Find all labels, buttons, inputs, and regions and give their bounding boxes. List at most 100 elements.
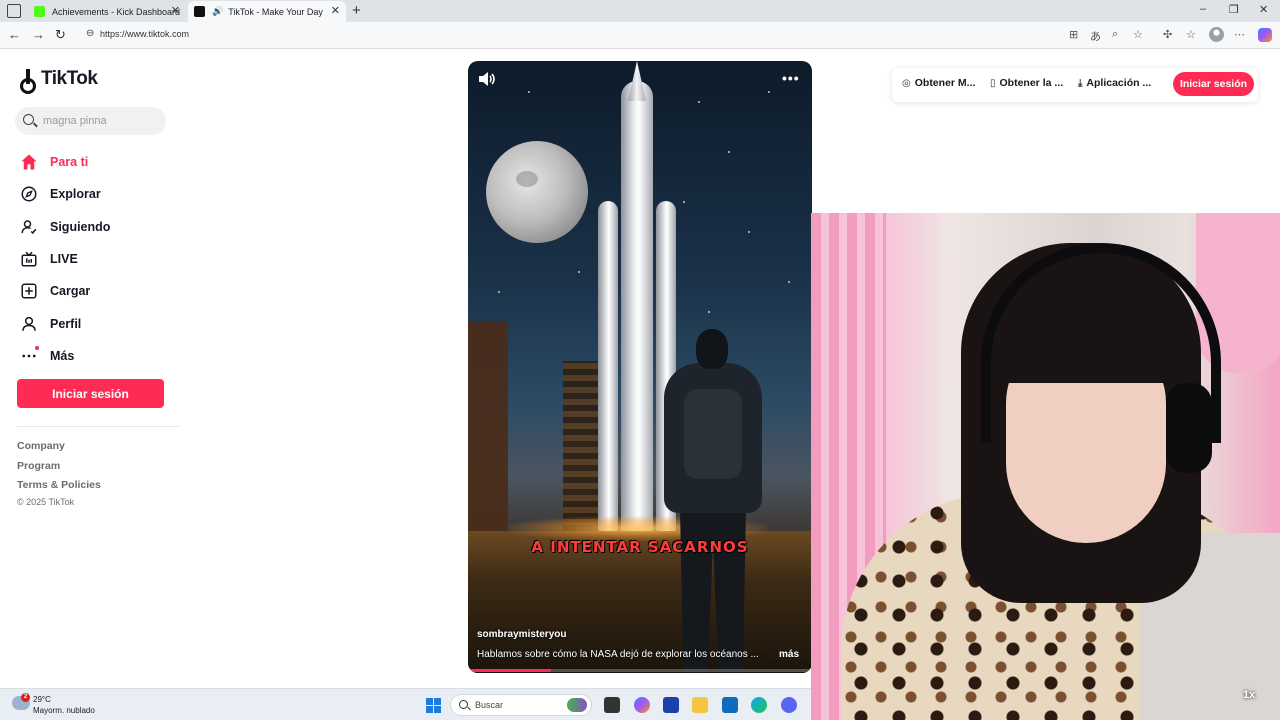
video-more-link[interactable]: más: [779, 649, 799, 660]
video-player[interactable]: ••• A INTENTAR SACARNOS sombraymisteryou…: [468, 61, 812, 673]
back-icon[interactable]: ←: [8, 27, 21, 42]
search-bar[interactable]: [15, 107, 166, 135]
taskbar-search[interactable]: Buscar: [450, 694, 592, 716]
tab-actions-icon[interactable]: [7, 4, 21, 18]
weather-temp: 29°C: [33, 695, 51, 704]
sidebar-item-label: Explorar: [50, 187, 101, 202]
rocket-image: [621, 81, 653, 551]
tab-kick-dashboard[interactable]: Achievements - Kick Dashboard ✕: [28, 1, 186, 22]
tiktok-favicon-icon: [194, 6, 205, 17]
sidebar-login-button[interactable]: Iniciar sesión: [17, 379, 164, 408]
get-coins-button[interactable]: ◎ Obtener M...: [902, 77, 975, 89]
taskbar-search-placeholder: Buscar: [475, 700, 504, 710]
sidebar-footer-links: Company Program Terms & Policies: [17, 440, 101, 499]
more-icon: [18, 345, 40, 367]
favorite-star-icon[interactable]: ☆: [1133, 28, 1143, 41]
sidebar-item-siguiendo[interactable]: Siguiendo: [18, 211, 178, 243]
button-label: Obtener M...: [914, 77, 976, 89]
tiktok-note-icon: [20, 68, 38, 94]
app-available-icon[interactable]: ⊞: [1069, 28, 1078, 41]
video-progress-bar[interactable]: [468, 669, 812, 672]
phone-icon: ▯: [990, 77, 996, 89]
minimize-icon[interactable]: –: [1200, 3, 1206, 15]
copyright-text: © 2025 TikTok: [17, 497, 75, 507]
video-author[interactable]: sombraymisteryou: [477, 629, 566, 640]
copilot-icon[interactable]: [1258, 28, 1272, 42]
sidebar-item-para-ti[interactable]: Para ti: [18, 146, 178, 178]
volume-icon[interactable]: [477, 71, 497, 87]
button-label: Aplicación ...: [1086, 77, 1152, 89]
search-icon[interactable]: [23, 114, 34, 125]
profile-avatar[interactable]: [1209, 27, 1224, 42]
zoom-icon[interactable]: ⌕: [1112, 28, 1118, 41]
translate-icon[interactable]: あ: [1090, 28, 1101, 44]
file-explorer-icon[interactable]: [604, 697, 620, 713]
extensions-icon[interactable]: ✣: [1163, 28, 1172, 41]
rocket-booster-left: [598, 201, 618, 531]
sidebar-item-cargar[interactable]: Cargar: [18, 275, 178, 307]
audio-playing-icon[interactable]: 🔊: [212, 6, 223, 17]
sidebar-item-label: Cargar: [50, 284, 91, 299]
tiktok-logo[interactable]: TikTok: [20, 68, 98, 94]
desktop-app-button[interactable]: ⤓ Aplicación ...: [1078, 77, 1151, 89]
notification-dot: [35, 345, 39, 350]
logo-text: TikTok: [41, 68, 98, 89]
sidebar-item-label: Más: [50, 348, 75, 363]
settings-more-icon[interactable]: ⋯: [1234, 28, 1245, 41]
weather-badge: 2: [21, 693, 30, 702]
tab-tiktok[interactable]: 🔊 TikTok - Make Your Day ✕: [188, 1, 346, 22]
outlook-icon[interactable]: [722, 697, 738, 713]
close-icon[interactable]: ✕: [331, 4, 340, 17]
discord-icon[interactable]: [781, 697, 797, 713]
search-icon: [459, 700, 468, 709]
playback-speed-label: 1x: [1243, 689, 1256, 701]
plus-icon[interactable]: +: [352, 2, 361, 19]
sidebar-nav: Para ti Explorar Siguiendo LIVE Cargar P…: [18, 146, 178, 372]
download-icon: ⤓: [1078, 77, 1083, 89]
sidebar-item-label: Siguiendo: [50, 219, 111, 234]
search-input[interactable]: [43, 113, 161, 129]
url-field[interactable]: ⊖ https://www.tiktok.com: [78, 25, 1158, 45]
copilot-icon[interactable]: [634, 697, 650, 713]
browser-tab-bar: Achievements - Kick Dashboard ✕ 🔊 TikTok…: [0, 0, 1280, 22]
forward-icon[interactable]: →: [32, 27, 45, 42]
footer-link-program[interactable]: Program: [17, 460, 101, 480]
reload-icon[interactable]: ↻: [55, 27, 66, 43]
address-bar-row: ← → ↻ ⊖ https://www.tiktok.com ⊞ あ ⌕ ☆ ✣…: [0, 22, 1280, 49]
edge-icon[interactable]: [751, 697, 767, 713]
video-description: Hablamos sobre cómo la NASA dejó de expl…: [477, 649, 759, 660]
url-text[interactable]: https://www.tiktok.com: [100, 29, 189, 39]
get-app-button[interactable]: ▯ Obtener la ...: [990, 77, 1063, 89]
live-icon: [18, 248, 40, 270]
upload-icon: [18, 280, 40, 302]
video-progress-fill: [468, 669, 551, 672]
sidebar-item-label: LIVE: [50, 252, 78, 267]
kick-favicon-icon: [34, 6, 45, 17]
sidebar-item-live[interactable]: LIVE: [18, 243, 178, 275]
folder-icon[interactable]: [692, 697, 708, 713]
coin-icon: ◎: [902, 77, 911, 89]
close-window-icon[interactable]: ✕: [1259, 3, 1268, 16]
sidebar-item-mas[interactable]: Más: [18, 340, 178, 372]
store-icon[interactable]: [663, 697, 679, 713]
close-icon[interactable]: ✕: [171, 4, 180, 17]
sidebar-item-perfil[interactable]: Perfil: [18, 307, 178, 339]
sidebar-item-explorar[interactable]: Explorar: [18, 178, 178, 210]
webcam-overlay: [811, 213, 1280, 720]
header-login-button[interactable]: Iniciar sesión: [1173, 72, 1254, 96]
footer-link-terms[interactable]: Terms & Policies: [17, 479, 101, 499]
sidebar-item-label: Perfil: [50, 316, 82, 331]
sidebar-divider: [17, 426, 180, 427]
collections-icon[interactable]: ☆: [1186, 28, 1196, 41]
site-info-icon[interactable]: ⊖: [86, 28, 94, 39]
video-caption-overlay: A INTENTAR SACARNOS: [531, 538, 749, 556]
profile-icon: [18, 313, 40, 335]
video-more-options-icon[interactable]: •••: [782, 70, 800, 86]
button-label: Obtener la ...: [999, 77, 1064, 89]
following-icon: [18, 216, 40, 238]
footer-link-company[interactable]: Company: [17, 440, 101, 460]
header-actions: ◎ Obtener M... ▯ Obtener la ... ⤓ Aplica…: [892, 68, 1258, 102]
windows-start-icon[interactable]: [426, 698, 441, 713]
home-icon: [18, 151, 40, 173]
maximize-icon[interactable]: ❐: [1229, 3, 1239, 16]
